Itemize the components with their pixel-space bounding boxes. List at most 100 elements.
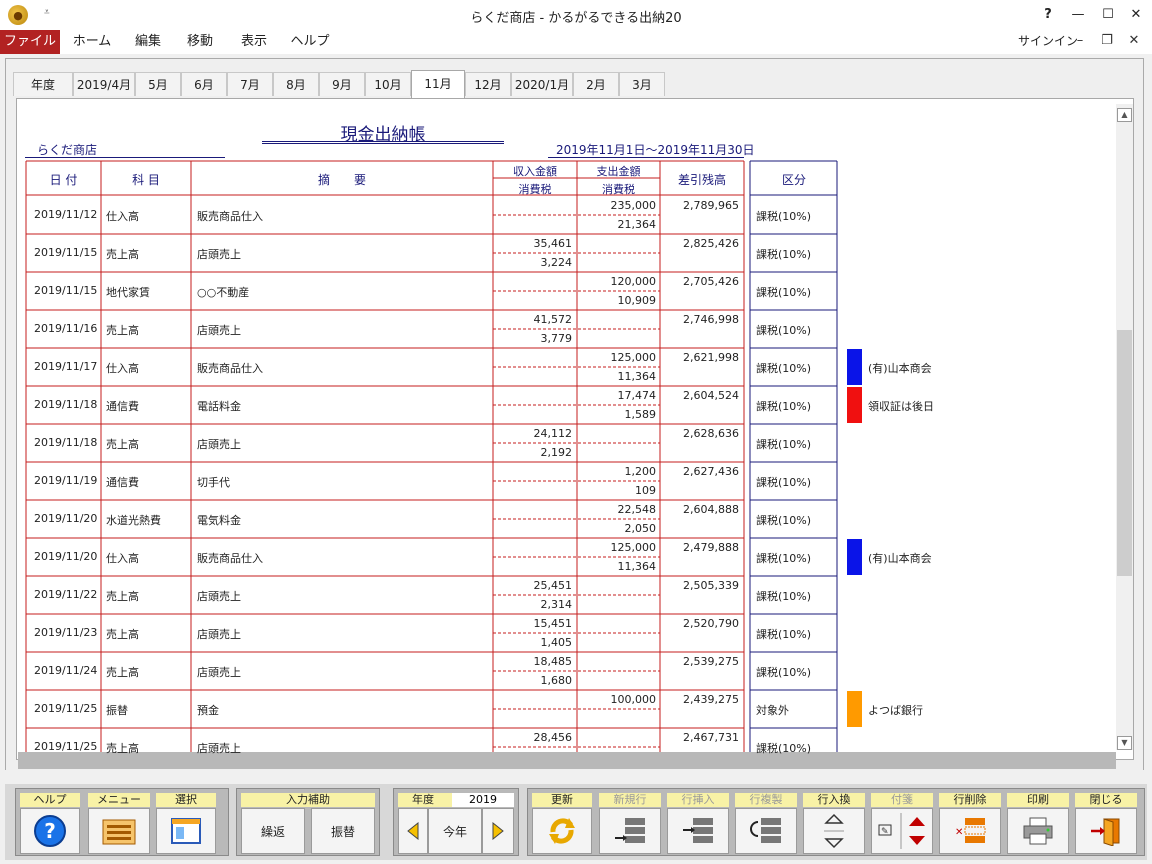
row-balance[interactable]: 2,520,790: [661, 617, 739, 630]
row-account[interactable]: 仕入高: [106, 208, 190, 224]
row-account[interactable]: 仕入高: [106, 360, 190, 376]
row-expense-tax[interactable]: 2,050: [578, 522, 657, 535]
row-category[interactable]: 課税(10%): [756, 322, 836, 338]
row-income[interactable]: 35,461: [494, 237, 573, 250]
row-note[interactable]: (有)山本商会: [868, 550, 1068, 566]
row-expense[interactable]: 120,000: [578, 275, 657, 288]
swap-row-button[interactable]: [803, 808, 865, 854]
row-account[interactable]: 売上高: [106, 664, 190, 680]
row-date[interactable]: 2019/11/25: [34, 740, 100, 753]
row-category[interactable]: 課税(10%): [756, 512, 836, 528]
row-description[interactable]: 店頭売上: [197, 246, 487, 262]
row-expense-tax[interactable]: 21,364: [578, 218, 657, 231]
help-button[interactable]: ?: [20, 808, 80, 854]
row-income[interactable]: 41,572: [494, 313, 573, 326]
row-date[interactable]: 2019/11/18: [34, 436, 100, 449]
row-category[interactable]: 課税(10%): [756, 284, 836, 300]
row-description[interactable]: 電気料金: [197, 512, 487, 528]
row-income[interactable]: 18,485: [494, 655, 573, 668]
row-expense[interactable]: 22,548: [578, 503, 657, 516]
row-date[interactable]: 2019/11/16: [34, 322, 100, 335]
row-category[interactable]: 課税(10%): [756, 208, 836, 224]
row-account[interactable]: 通信費: [106, 474, 190, 490]
row-account[interactable]: 地代家賃: [106, 284, 190, 300]
close-app-button[interactable]: [1075, 808, 1137, 854]
row-expense[interactable]: 235,000: [578, 199, 657, 212]
row-category[interactable]: 課税(10%): [756, 474, 836, 490]
row-expense-tax[interactable]: 11,364: [578, 370, 657, 383]
select-button[interactable]: [156, 808, 216, 854]
row-income[interactable]: 24,112: [494, 427, 573, 440]
row-income-tax[interactable]: 3,224: [494, 256, 573, 269]
repeat-button[interactable]: 繰返: [241, 808, 305, 854]
this-year-button[interactable]: 今年: [428, 808, 482, 854]
row-account[interactable]: 売上高: [106, 436, 190, 452]
new-row-button[interactable]: [599, 808, 661, 854]
row-balance[interactable]: 2,789,965: [661, 199, 739, 212]
row-category[interactable]: 課税(10%): [756, 436, 836, 452]
row-balance[interactable]: 2,628,636: [661, 427, 739, 440]
copy-row-button[interactable]: [735, 808, 797, 854]
row-balance[interactable]: 2,705,426: [661, 275, 739, 288]
row-description[interactable]: 店頭売上: [197, 436, 487, 452]
row-description[interactable]: ○○不動産: [197, 284, 487, 300]
row-description[interactable]: 販売商品仕入: [197, 208, 487, 224]
row-income-tax[interactable]: 2,314: [494, 598, 573, 611]
row-category[interactable]: 課税(10%): [756, 588, 836, 604]
row-expense-tax[interactable]: 1,589: [578, 408, 657, 421]
row-description[interactable]: 店頭売上: [197, 664, 487, 680]
row-account[interactable]: 売上高: [106, 588, 190, 604]
row-category[interactable]: 対象外: [756, 702, 836, 718]
row-category[interactable]: 課税(10%): [756, 664, 836, 680]
row-description[interactable]: 店頭売上: [197, 626, 487, 642]
row-category[interactable]: 課税(10%): [756, 360, 836, 376]
row-balance[interactable]: 2,467,731: [661, 731, 739, 744]
row-account[interactable]: 売上高: [106, 626, 190, 642]
row-account[interactable]: 仕入高: [106, 550, 190, 566]
row-category[interactable]: 課税(10%): [756, 550, 836, 566]
row-expense-tax[interactable]: 10,909: [578, 294, 657, 307]
row-income[interactable]: 15,451: [494, 617, 573, 630]
row-date[interactable]: 2019/11/24: [34, 664, 100, 677]
row-account[interactable]: 売上高: [106, 246, 190, 262]
row-income-tax[interactable]: 3,779: [494, 332, 573, 345]
next-year-button[interactable]: [482, 808, 514, 854]
row-account[interactable]: 水道光熱費: [106, 512, 190, 528]
row-income[interactable]: 25,451: [494, 579, 573, 592]
row-balance[interactable]: 2,539,275: [661, 655, 739, 668]
row-expense[interactable]: 100,000: [578, 693, 657, 706]
row-income-tax[interactable]: 1,680: [494, 674, 573, 687]
row-description[interactable]: 販売商品仕入: [197, 360, 487, 376]
row-account[interactable]: 売上高: [106, 322, 190, 338]
row-description[interactable]: 電話料金: [197, 398, 487, 414]
row-date[interactable]: 2019/11/23: [34, 626, 100, 639]
row-date[interactable]: 2019/11/15: [34, 284, 100, 297]
prev-year-button[interactable]: [398, 808, 428, 854]
row-date[interactable]: 2019/11/22: [34, 588, 100, 601]
row-date[interactable]: 2019/11/18: [34, 398, 100, 411]
row-balance[interactable]: 2,505,339: [661, 579, 739, 592]
row-expense[interactable]: 125,000: [578, 541, 657, 554]
sticky-button[interactable]: ✎: [871, 808, 933, 854]
row-balance[interactable]: 2,825,426: [661, 237, 739, 250]
row-description[interactable]: 店頭売上: [197, 740, 487, 756]
row-date[interactable]: 2019/11/20: [34, 512, 100, 525]
row-date[interactable]: 2019/11/12: [34, 208, 100, 221]
row-date[interactable]: 2019/11/25: [34, 702, 100, 715]
row-balance[interactable]: 2,604,888: [661, 503, 739, 516]
row-account[interactable]: 売上高: [106, 740, 190, 756]
row-balance[interactable]: 2,479,888: [661, 541, 739, 554]
row-category[interactable]: 課税(10%): [756, 246, 836, 262]
row-description[interactable]: 預金: [197, 702, 487, 718]
menu-button[interactable]: [88, 808, 150, 854]
row-balance[interactable]: 2,627,436: [661, 465, 739, 478]
row-description[interactable]: 店頭売上: [197, 322, 487, 338]
row-income-tax[interactable]: 1,405: [494, 636, 573, 649]
row-date[interactable]: 2019/11/19: [34, 474, 100, 487]
row-account[interactable]: 振替: [106, 702, 190, 718]
row-account[interactable]: 通信費: [106, 398, 190, 414]
row-balance[interactable]: 2,621,998: [661, 351, 739, 364]
row-expense-tax[interactable]: 11,364: [578, 560, 657, 573]
row-category[interactable]: 課税(10%): [756, 626, 836, 642]
update-button[interactable]: [532, 808, 592, 854]
